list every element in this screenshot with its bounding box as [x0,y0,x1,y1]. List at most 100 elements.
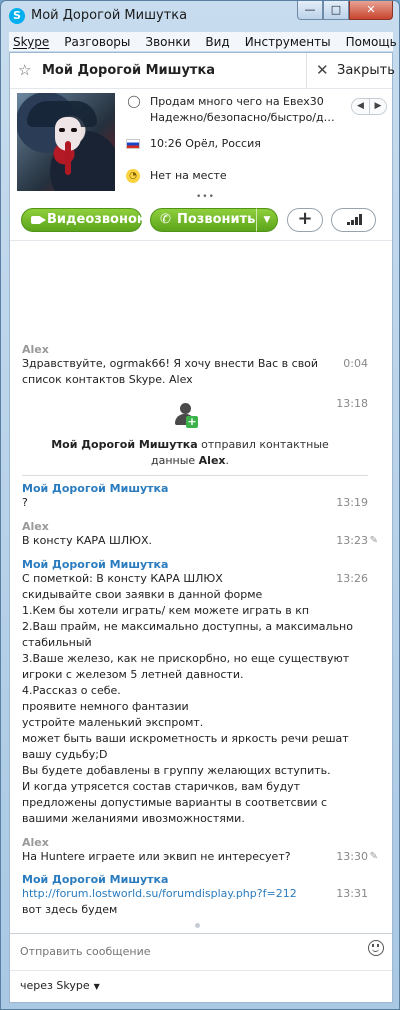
message-composer [10,933,392,969]
signal-icon [347,222,350,225]
smiley-icon[interactable] [368,940,384,956]
message-input[interactable] [20,940,350,962]
message-text: предложены допустимые варианты в соответ… [22,796,328,809]
message: Alex В консту КАРА ШЛЮХ. 13:23 ✎ [22,520,380,549]
conversation-header: ☆ Мой Дорогой Мишутка ✕ Закрыть [10,53,395,89]
chevron-down-icon: ▼ [93,982,100,991]
composer-footer: через Skype ▼ [10,970,392,1003]
maximize-button[interactable]: □ [323,1,349,20]
close-label: Закрыть [337,63,395,78]
status-text: Нет на месте [150,169,227,182]
message-time: 13:19 [336,496,368,509]
close-window-button[interactable]: ✕ [349,1,393,20]
call-quality-button[interactable] [331,208,376,232]
menu-calls[interactable]: Звонки [145,35,190,49]
plus-icon: + [297,208,313,229]
scroll-indicator [195,923,200,928]
message-text: скидывайте свои заявки в данной форме [22,588,263,601]
video-call-button[interactable]: Видеозвонок [21,208,146,232]
menu-conversations[interactable]: Разговоры [64,35,130,49]
message-text: устройте маленький экспромт. [22,716,204,729]
message-text: 2.Ваш прайм, не максимально доступны, а … [22,620,353,633]
menu-tools[interactable]: Инструменты [245,35,331,49]
resize-handle[interactable]: ••• [196,192,215,202]
skype-icon: S [9,8,25,24]
message-author: Мой Дорогой Мишутка [22,482,169,495]
message-text: С пометкой: В консту КАРА ШЛЮХ 13:26 [22,572,368,585]
skype-window: S Мой Дорогой Мишутка — □ ✕ Skype Разгов… [0,0,400,1010]
close-icon: ✕ [316,61,329,79]
message-time: 0:04 [343,357,368,370]
message-text: вот здесь будем [22,903,118,916]
avatar[interactable] [17,93,115,191]
message-text: вашими желаниями ивозможностями. [22,812,245,825]
send-via-selector[interactable]: через Skype ▼ [20,979,100,992]
message-text: В консту КАРА ШЛЮХ. 13:23 ✎ [22,533,378,549]
prev-arrow-icon[interactable]: ◀ [352,99,369,114]
message-text: 1.Кем бы хотели играть/ кем можете играт… [22,604,310,617]
message-time: 13:31 [336,887,368,900]
menu-skype[interactable]: Skype [13,35,49,49]
location-row: 10:26 Орёл, Россия [126,136,261,152]
message-author: Alex [22,520,49,533]
window-controls: — □ ✕ [297,1,393,21]
message-text: На Huntere играете или эквип не интересу… [22,849,378,865]
close-conversation-button[interactable]: ✕ Закрыть [306,53,395,88]
conversation-panel: ☆ Мой Дорогой Мишутка ✕ Закрыть ◯ Продам… [9,52,395,1003]
message-text: Здравствуйте, ogrmak66! Я хочу внести Ва… [22,357,368,370]
message-text: вашу судьбу;D [22,748,108,761]
system-message: Мой Дорогой Мишутка отправил контактные … [51,438,329,467]
contact-name: Мой Дорогой Мишутка [42,63,216,78]
star-icon[interactable]: ☆ [18,63,31,78]
message-time: 13:30 [336,850,368,863]
window-title: Мой Дорогой Мишутка [31,8,188,23]
chat-history: Alex Здравствуйте, ogrmak66! Я хочу внес… [10,242,392,929]
message-link[interactable]: http://forum.lostworld.su/forumdisplay.p… [22,887,297,900]
call-button[interactable]: ✆ Позвонить [150,208,257,232]
message-time: 13:18 [336,397,368,410]
mood-bubble-icon: ◯ [127,94,141,108]
message-text: ? 13:19 [22,496,368,509]
call-dropdown-button[interactable]: ▼ [256,208,278,232]
contact-profile: ◯ Продам много чего на Евех30 Надежно/бе… [10,90,392,196]
message-text: список контактов Skype. Alex [22,373,193,386]
away-status-icon: ◔ [126,169,140,183]
message: Alex На Huntere играете или эквип не инт… [22,836,380,865]
message-time: 13:26 [336,572,368,585]
message-text: 3.Ваше железо, как не прискорбно, но еще… [22,652,350,665]
message-text: стабильный [22,636,92,649]
flag-ru-icon [126,139,140,149]
add-people-button[interactable]: + [287,208,323,232]
local-time: 10:26 Орёл, Россия [150,137,261,150]
menu-view[interactable]: Вид [205,35,229,49]
message: Alex Здравствуйте, ogrmak66! Я хочу внес… [22,343,380,388]
call-actions: Видеозвонок ✆ Позвонить ▼ + [10,203,392,241]
mood-navigation: ◀ ▶ [351,98,387,115]
next-arrow-icon[interactable]: ▶ [369,99,386,114]
message-text: проявите немного фантазии [22,700,189,713]
message-text: Вы будете добавлены в группу желающих вс… [22,764,331,777]
message: Мой Дорогой Мишутка С пометкой: В консту… [22,558,380,827]
mood-row: ◯ Продам много чего на Евех30 Надежно/бе… [126,94,336,126]
menu-help[interactable]: Помощь [346,35,397,49]
edit-pencil-icon[interactable]: ✎ [370,533,378,549]
mood-message: Продам много чего на Евех30 Надежно/безо… [150,95,336,124]
message-author: Мой Дорогой Мишутка [22,873,169,886]
message-author: Мой Дорогой Мишутка [22,558,169,571]
message-text: И когда утрясется состав старичков, вам … [22,780,301,793]
menu-bar: Skype Разговоры Звонки Вид Инструменты П… [9,32,397,51]
message-text: игроки с железом 5 летней давности. [22,668,244,681]
message: Мой Дорогой Мишутка http://forum.lostwor… [22,873,380,918]
minimize-button[interactable]: — [297,1,323,20]
title-bar: S Мой Дорогой Мишутка — □ ✕ [1,1,399,31]
message-author: Alex [22,836,49,849]
message: Мой Дорогой Мишутка ? 13:19 [22,482,380,511]
video-icon [31,216,46,224]
message-time: 13:23 [336,534,368,547]
status-row: ◔ Нет на месте [126,168,227,184]
edit-pencil-icon[interactable]: ✎ [370,849,378,865]
message-text: может быть ваши искрометность и яркость … [22,732,349,745]
divider [22,475,368,476]
message-author: Alex [22,343,49,356]
message-text: 4.Рассказ о себе. [22,684,121,697]
